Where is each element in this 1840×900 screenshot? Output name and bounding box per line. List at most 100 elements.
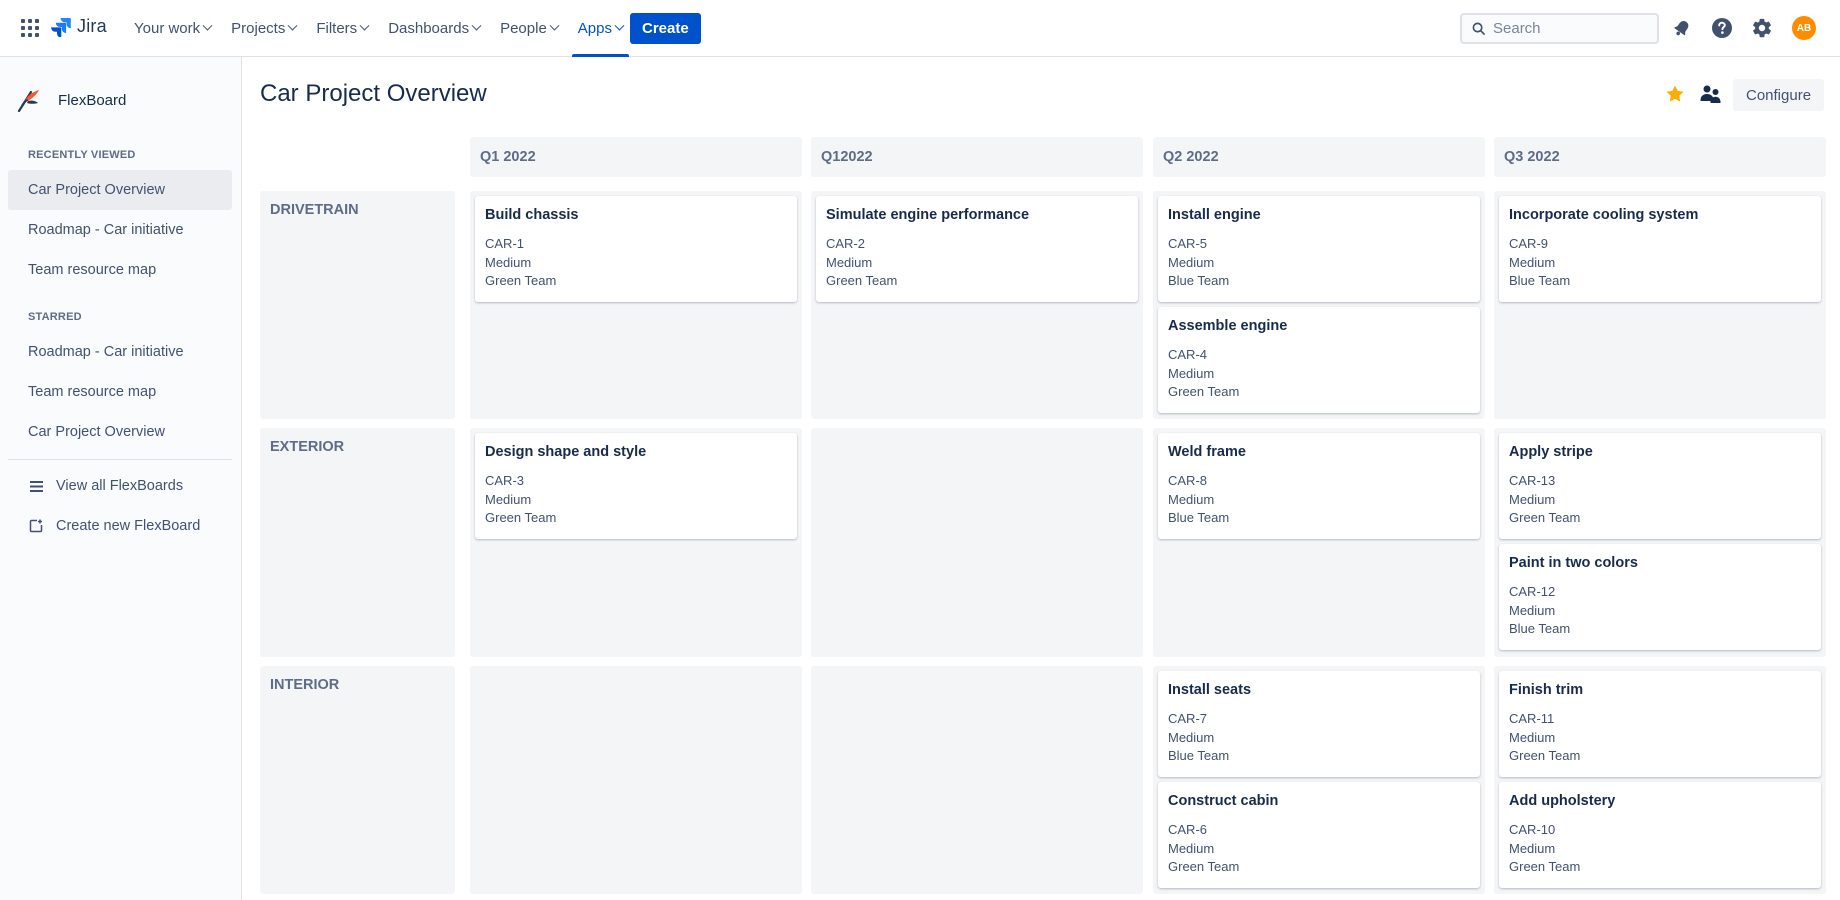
sidebar-divider xyxy=(8,459,232,460)
sidebar-item-car-project-overview[interactable]: Car Project Overview xyxy=(8,170,232,210)
board-cell[interactable]: Install engine CAR-5 Medium Blue Team Assemb… xyxy=(1153,191,1485,419)
board-cell[interactable]: Design shape and style CAR-3 Medium Green T… xyxy=(470,428,802,657)
sidebar-item-label: Team resource map xyxy=(28,384,157,400)
swimlane-header: INTERIOR xyxy=(260,666,455,894)
issue-key: CAR-11 xyxy=(1509,711,1555,726)
issue-team: Green Team xyxy=(485,510,557,525)
nav-filters[interactable]: Filters xyxy=(306,0,378,57)
column-header: Q1 2022 xyxy=(470,137,802,177)
board-cell[interactable] xyxy=(811,428,1143,657)
chevron-down-icon xyxy=(287,20,298,31)
issue-card[interactable]: Construct cabin CAR-6 Medium Green Team xyxy=(1158,782,1480,888)
create-button[interactable]: Create xyxy=(630,13,701,44)
issue-priority: Medium xyxy=(1168,254,1215,270)
issue-card[interactable]: Install seats CAR-7 Medium Blue Team xyxy=(1158,671,1480,777)
issue-key: CAR-9 xyxy=(1509,236,1549,251)
issue-priority: Medium xyxy=(485,254,532,270)
view-all-flexboards-link[interactable]: View all FlexBoards xyxy=(8,466,232,506)
chevron-down-icon xyxy=(359,20,370,31)
swimlane-header: DRIVETRAIN xyxy=(260,191,455,419)
issue-card[interactable]: Install engine CAR-5 Medium Blue Team xyxy=(1158,196,1480,302)
issue-card[interactable]: Assemble engine CAR-4 Medium Green Team xyxy=(1158,307,1480,413)
jira-logo-icon xyxy=(51,17,71,37)
nav-dashboards[interactable]: Dashboards xyxy=(378,0,490,57)
nav-item-label: Filters xyxy=(316,20,358,37)
issue-priority: Medium xyxy=(485,491,532,507)
product-name: Jira xyxy=(77,16,107,36)
issue-key: CAR-5 xyxy=(1168,236,1208,251)
nav-apps[interactable]: Apps xyxy=(568,0,633,57)
issue-priority: Medium xyxy=(1509,729,1556,745)
issue-card-title: Install seats xyxy=(1168,682,1252,698)
board-cell[interactable] xyxy=(470,666,802,894)
starred-item-car-project-overview[interactable]: Car Project Overview xyxy=(8,412,232,452)
issue-card[interactable]: Apply stripe CAR-13 Medium Green Team xyxy=(1499,433,1821,539)
user-avatar[interactable]: AB xyxy=(1792,16,1816,40)
notifications-bell-icon[interactable] xyxy=(1670,16,1694,40)
nav-projects[interactable]: Projects xyxy=(221,0,306,57)
issue-card-title: Incorporate cooling system xyxy=(1509,207,1699,223)
nav-people[interactable]: People xyxy=(490,0,568,57)
settings-gear-icon[interactable] xyxy=(1750,16,1774,40)
create-new-label: Create new FlexBoard xyxy=(56,518,201,534)
nav-item-label: Dashboards xyxy=(388,20,470,37)
chevron-down-icon xyxy=(471,20,482,31)
issue-card-title: Build chassis xyxy=(485,207,579,223)
jira-logo[interactable]: Jira xyxy=(51,16,107,37)
starred-item-roadmap-car-initiative[interactable]: Roadmap - Car initiative xyxy=(8,332,232,372)
sidebar-item-roadmap-car-initiative[interactable]: Roadmap - Car initiative xyxy=(8,210,232,250)
flexboard-logo-icon xyxy=(17,90,39,113)
starred-heading: STARRED xyxy=(28,311,82,323)
search-input[interactable] xyxy=(1493,20,1653,37)
issue-card-title: Assemble engine xyxy=(1168,318,1288,334)
configure-button[interactable]: Configure xyxy=(1733,79,1825,111)
issue-card[interactable]: Weld frame CAR-8 Medium Blue Team xyxy=(1158,433,1480,539)
issue-card[interactable]: Build chassis CAR-1 Medium Green Team xyxy=(475,196,797,302)
issue-card-title: Simulate engine performance xyxy=(826,207,1030,223)
people-share-icon[interactable] xyxy=(1700,84,1722,109)
issue-priority: Medium xyxy=(1168,491,1215,507)
issue-card[interactable]: Finish trim CAR-11 Medium Green Team xyxy=(1499,671,1821,777)
help-icon[interactable] xyxy=(1710,16,1734,40)
issue-priority: Medium xyxy=(1168,729,1215,745)
issue-priority: Medium xyxy=(826,254,873,270)
board-cell[interactable]: Incorporate cooling system CAR-9 Medium Blu… xyxy=(1494,191,1826,419)
sidebar-item-label: Car Project Overview xyxy=(28,182,165,198)
board-cell[interactable]: Finish trim CAR-11 Medium Green Team Add uph… xyxy=(1494,666,1826,894)
issue-card[interactable]: Paint in two colors CAR-12 Medium Blue Team xyxy=(1499,544,1821,650)
issue-card-title: Apply stripe xyxy=(1509,444,1593,460)
list-icon xyxy=(28,480,44,492)
issue-card-title: Install engine xyxy=(1168,207,1261,223)
issue-team: Blue Team xyxy=(1168,273,1230,288)
board-cell[interactable]: Build chassis CAR-1 Medium Green Team xyxy=(470,191,802,419)
sidebar-item-label: Car Project Overview xyxy=(28,424,165,440)
issue-team: Blue Team xyxy=(1509,621,1571,636)
star-favorite-icon[interactable] xyxy=(1665,84,1685,109)
issue-key: CAR-4 xyxy=(1168,347,1208,362)
nav-your-work[interactable]: Your work xyxy=(124,0,221,57)
issue-card-title: Design shape and style xyxy=(485,444,647,460)
create-new-flexboard-link[interactable]: Create new FlexBoard xyxy=(8,506,232,546)
board-cell[interactable]: Install seats CAR-7 Medium Blue Team Constru… xyxy=(1153,666,1485,894)
issue-card[interactable]: Incorporate cooling system CAR-9 Medium Blu… xyxy=(1499,196,1821,302)
board-cell[interactable]: Apply stripe CAR-13 Medium Green Team Paint … xyxy=(1494,428,1826,657)
issue-card-title: Finish trim xyxy=(1509,682,1584,698)
board-cell[interactable]: Weld frame CAR-8 Medium Blue Team xyxy=(1153,428,1485,657)
board-cell[interactable]: Simulate engine performance CAR-2 Medium Gr… xyxy=(811,191,1143,419)
sidebar-header[interactable]: FlexBoard xyxy=(16,87,126,113)
board-cell[interactable] xyxy=(811,666,1143,894)
issue-priority: Medium xyxy=(1168,365,1215,381)
starred-item-team-resource-map[interactable]: Team resource map xyxy=(8,372,232,412)
chevron-down-icon xyxy=(549,20,560,31)
issue-card[interactable]: Add upholstery CAR-10 Medium Green Team xyxy=(1499,782,1821,888)
app-switcher-grid-icon[interactable] xyxy=(21,19,39,37)
sidebar-item-team-resource-map[interactable]: Team resource map xyxy=(8,250,232,290)
issue-card[interactable]: Simulate engine performance CAR-2 Medium Gr… xyxy=(816,196,1138,302)
issue-team: Green Team xyxy=(485,273,557,288)
search-box[interactable] xyxy=(1460,13,1659,44)
issue-team: Blue Team xyxy=(1168,510,1230,525)
issue-team: Green Team xyxy=(1168,384,1240,399)
issue-key: CAR-1 xyxy=(485,236,525,251)
issue-card[interactable]: Design shape and style CAR-3 Medium Green T… xyxy=(475,433,797,539)
primary-nav: Your work Projects Filters Dashboards Pe… xyxy=(124,0,633,57)
